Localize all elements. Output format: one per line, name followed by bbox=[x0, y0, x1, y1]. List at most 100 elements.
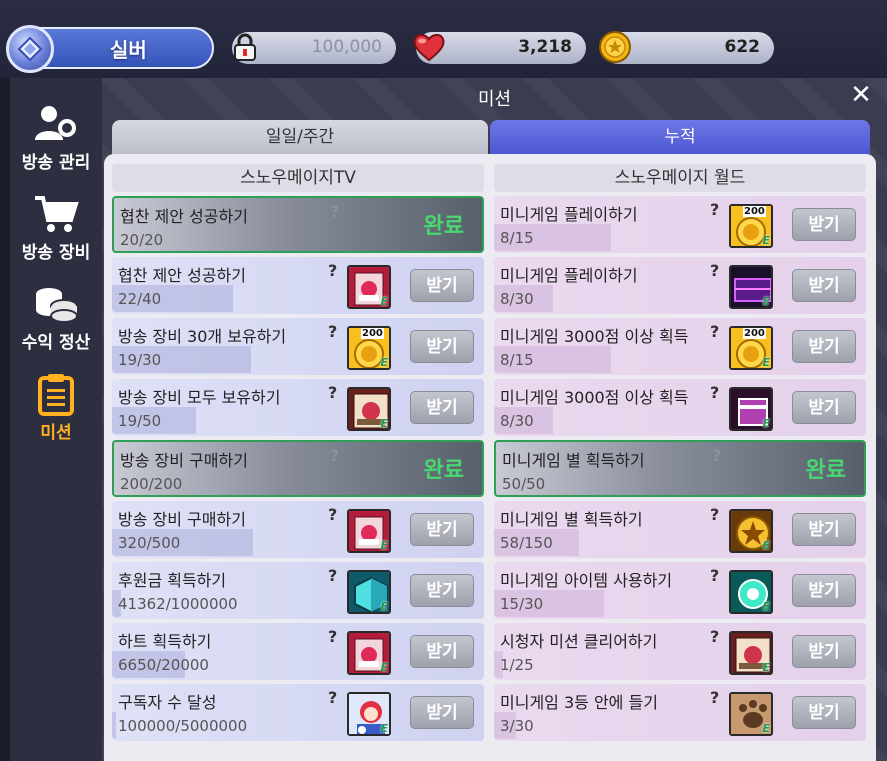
card-pack-icon[interactable]: E bbox=[347, 631, 391, 675]
help-icon[interactable]: ? bbox=[710, 627, 719, 646]
mission-row: 구독자 수 달성 100000/5000000? E 받기 bbox=[112, 684, 484, 741]
close-icon[interactable]: ✕ bbox=[849, 82, 873, 108]
claim-button[interactable]: 받기 bbox=[792, 574, 856, 607]
mission-row: 시청자 미션 클리어하기 1/25? E 받기 bbox=[494, 623, 866, 680]
claim-button[interactable]: 받기 bbox=[792, 391, 856, 424]
claim-button[interactable]: 받기 bbox=[410, 635, 474, 668]
star-emblem-icon[interactable]: E bbox=[729, 509, 773, 553]
tab-daily-weekly[interactable]: 일일/주간 bbox=[112, 120, 488, 156]
help-icon[interactable]: ? bbox=[330, 446, 339, 465]
sidebar-item-label: 방송 장비 bbox=[21, 243, 91, 263]
mission-row: 방송 장비 30개 보유하기 19/30? 200 E 받기 bbox=[112, 318, 484, 375]
claim-button[interactable]: 받기 bbox=[792, 513, 856, 546]
reward-amount: 200 bbox=[743, 328, 766, 339]
mission-column-left: 스노우메이지TV 협찬 제안 성공하기 20/20? 완료 협찬 제안 성공하기 22/… bbox=[112, 164, 484, 741]
sidebar-item-broadcast-management[interactable]: 방송 관리 bbox=[10, 92, 102, 178]
claim-button[interactable]: 받기 bbox=[410, 330, 474, 363]
claim-button[interactable]: 받기 bbox=[410, 269, 474, 302]
gold-coin-icon bbox=[596, 28, 634, 66]
mission-row: 방송 장비 모두 보유하기 19/50? E 받기 bbox=[112, 379, 484, 436]
photo-card-icon[interactable]: E bbox=[347, 387, 391, 431]
locked-value: 100,000 bbox=[311, 37, 382, 57]
card-pack-icon[interactable]: E bbox=[347, 265, 391, 309]
mission-progress: 19/30 bbox=[118, 351, 162, 369]
coins-value: 622 bbox=[724, 37, 761, 57]
e-badge-icon: E bbox=[380, 539, 388, 552]
coins-counter: 622 bbox=[599, 31, 774, 64]
mission-progress: 8/30 bbox=[500, 412, 534, 430]
claim-button[interactable]: 받기 bbox=[410, 513, 474, 546]
sidebar-item-label: 방송 관리 bbox=[21, 153, 91, 173]
e-badge-icon: E bbox=[380, 722, 388, 735]
help-icon[interactable]: ? bbox=[328, 322, 337, 341]
mission-name: 시청자 미션 클리어하기 bbox=[500, 632, 658, 651]
help-icon[interactable]: ? bbox=[712, 446, 721, 465]
mission-progress: 20/20 bbox=[120, 231, 164, 249]
completed-label: 완료 bbox=[423, 214, 464, 239]
sidebar-item-mission[interactable]: 미션 bbox=[10, 362, 102, 448]
claim-button[interactable]: 받기 bbox=[792, 269, 856, 302]
mission-row: 미니게임 아이템 사용하기 15/30? E 받기 bbox=[494, 562, 866, 619]
mission-row: 하트 획득하기 6650/20000? E 받기 bbox=[112, 623, 484, 680]
mission-row: 미니게임 3등 안에 들기 3/30? E 받기 bbox=[494, 684, 866, 741]
mission-row: 미니게임 플레이하기 8/15? 200 E 받기 bbox=[494, 196, 866, 253]
claim-button[interactable]: 받기 bbox=[410, 391, 474, 424]
claim-button[interactable]: 받기 bbox=[410, 696, 474, 729]
mission-progress: 50/50 bbox=[502, 475, 546, 493]
mission-row-completed: 협찬 제안 성공하기 20/20? 완료 bbox=[112, 196, 484, 253]
gold-coin-200-icon[interactable]: 200 E bbox=[729, 204, 773, 248]
mission-row-completed: 미니게임 별 획득하기 50/50? 완료 bbox=[494, 440, 866, 497]
mission-row: 방송 장비 구매하기 320/500? E 받기 bbox=[112, 501, 484, 558]
mission-content: 스노우메이지TV 협찬 제안 성공하기 20/20? 완료 협찬 제안 성공하기 22/… bbox=[104, 154, 876, 761]
paw-icon[interactable]: E bbox=[729, 692, 773, 736]
claim-button[interactable]: 받기 bbox=[410, 574, 474, 607]
help-icon[interactable]: ? bbox=[710, 322, 719, 341]
help-icon[interactable]: ? bbox=[710, 566, 719, 585]
teal-gem-icon[interactable]: E bbox=[729, 570, 773, 614]
claim-button[interactable]: 받기 bbox=[792, 696, 856, 729]
claim-button[interactable]: 받기 bbox=[792, 208, 856, 241]
purple-box-icon[interactable]: E bbox=[729, 387, 773, 431]
mission-progress: 6650/20000 bbox=[118, 656, 209, 674]
mission-name: 방송 장비 구매하기 bbox=[118, 510, 246, 529]
help-icon[interactable]: ? bbox=[330, 202, 339, 221]
help-icon[interactable]: ? bbox=[710, 688, 719, 707]
mission-row: 미니게임 3000점 이상 획득 8/15? 200 E 받기 bbox=[494, 318, 866, 375]
help-icon[interactable]: ? bbox=[710, 383, 719, 402]
help-icon[interactable]: ? bbox=[328, 688, 337, 707]
character-icon[interactable]: E bbox=[347, 692, 391, 736]
purple-stage-icon[interactable]: E bbox=[729, 265, 773, 309]
mission-progress: 58/150 bbox=[500, 534, 553, 552]
e-badge-icon: E bbox=[380, 661, 388, 674]
help-icon[interactable]: ? bbox=[328, 505, 337, 524]
e-badge-icon: E bbox=[380, 295, 388, 308]
mission-row: 협찬 제안 성공하기 22/40? E 받기 bbox=[112, 257, 484, 314]
help-icon[interactable]: ? bbox=[328, 566, 337, 585]
e-badge-icon: E bbox=[762, 722, 770, 735]
photo-card-icon[interactable]: E bbox=[729, 631, 773, 675]
help-icon[interactable]: ? bbox=[710, 505, 719, 524]
help-icon[interactable]: ? bbox=[328, 383, 337, 402]
e-badge-icon: E bbox=[762, 417, 770, 430]
help-icon[interactable]: ? bbox=[710, 200, 719, 219]
claim-button[interactable]: 받기 bbox=[792, 635, 856, 668]
card-pack-icon[interactable]: E bbox=[347, 509, 391, 553]
sidebar-item-broadcast-equipment[interactable]: 방송 장비 bbox=[10, 182, 102, 268]
sidebar-item-revenue-settlement[interactable]: 수익 정산 bbox=[10, 272, 102, 358]
help-icon[interactable]: ? bbox=[328, 627, 337, 646]
tab-cumulative[interactable]: 누적 bbox=[490, 120, 870, 156]
mission-name: 미니게임 3000점 이상 획득 bbox=[500, 327, 689, 346]
rank-badge[interactable]: 실버 bbox=[6, 25, 214, 73]
e-badge-icon: E bbox=[380, 600, 388, 613]
help-icon[interactable]: ? bbox=[328, 261, 337, 280]
mission-row: 미니게임 별 획득하기 58/150? E 받기 bbox=[494, 501, 866, 558]
cyan-crystal-icon[interactable]: E bbox=[347, 570, 391, 614]
claim-button[interactable]: 받기 bbox=[792, 330, 856, 363]
mission-name: 협찬 제안 성공하기 bbox=[120, 207, 248, 226]
mission-row: 미니게임 플레이하기 8/30? E 받기 bbox=[494, 257, 866, 314]
help-icon[interactable]: ? bbox=[710, 261, 719, 280]
gold-coin-200-icon[interactable]: 200 E bbox=[729, 326, 773, 370]
gold-coin-200-icon[interactable]: 200 E bbox=[347, 326, 391, 370]
mission-name: 방송 장비 30개 보유하기 bbox=[118, 327, 287, 346]
mission-name: 미니게임 아이템 사용하기 bbox=[500, 571, 673, 590]
